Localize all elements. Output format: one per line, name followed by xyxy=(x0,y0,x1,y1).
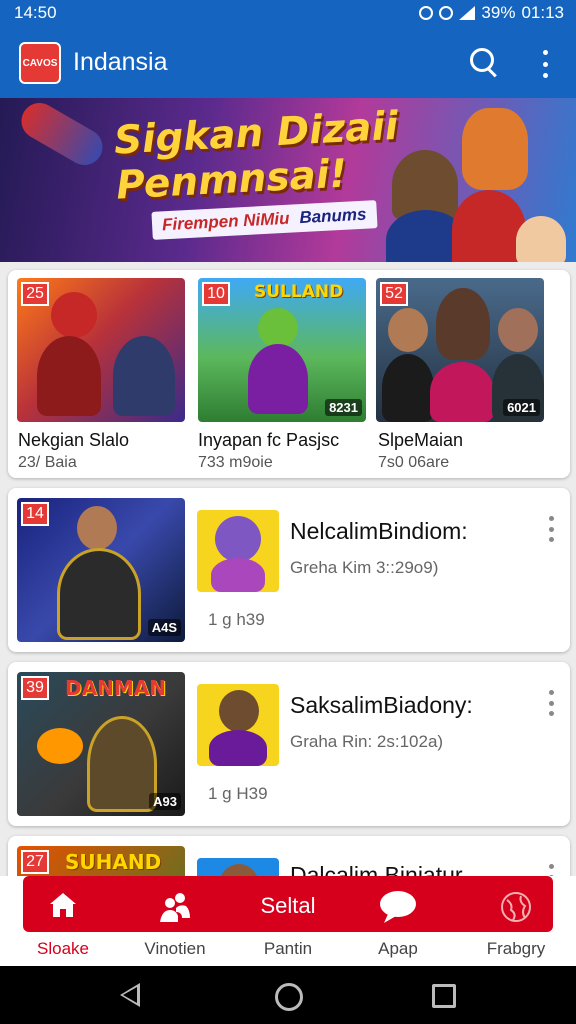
banner-headline: Sigkan Dizaii Penmnsai! xyxy=(112,103,400,209)
score-label: 6021 xyxy=(503,399,540,416)
back-icon[interactable] xyxy=(120,983,140,1007)
rank-badge: 10 xyxy=(202,282,230,306)
nav-item-chat[interactable]: Apap xyxy=(343,876,453,966)
list-subtitle: Greha Kim 3::29o9) xyxy=(290,558,439,577)
list-title: SaksalimBiadony: xyxy=(290,692,473,718)
game-thumbnail: 52 6021 xyxy=(376,278,544,422)
game-thumbnail: 14 A4S xyxy=(17,498,185,642)
list-meta: 1 g H39 xyxy=(208,784,268,803)
score-label: A4S xyxy=(147,619,181,636)
rank-badge: 39 xyxy=(21,676,49,700)
overflow-menu-button[interactable] xyxy=(535,50,555,78)
list-subtitle: Graha Rin: 2s:102a) xyxy=(290,732,444,751)
capsule-graphic xyxy=(14,98,110,172)
character-art xyxy=(462,108,528,190)
game-title: SlpeMaian xyxy=(378,430,464,450)
featured-card: 25 Nekgian Slalo 23/ Baia SULLAND 10 823… xyxy=(8,270,570,478)
status-icons: 39% 01:13 xyxy=(419,3,564,23)
rank-badge: 52 xyxy=(380,282,408,306)
list-title: NelcalimBindiom: xyxy=(290,518,468,544)
banner-tagline: Firempen NiMiu Banums xyxy=(151,200,378,240)
list-meta: 1 g h39 xyxy=(208,610,265,629)
status-time: 14:50 xyxy=(14,3,57,22)
recents-icon[interactable] xyxy=(432,984,456,1008)
nav-item-people[interactable]: Vinotien xyxy=(120,876,230,966)
people-icon xyxy=(158,890,192,924)
item-menu-button[interactable] xyxy=(546,690,556,716)
nav-item-globe[interactable]: Frabgry xyxy=(461,876,571,966)
location-icon xyxy=(419,6,434,20)
app-title: Indansia xyxy=(73,48,168,76)
rank-badge: 25 xyxy=(21,282,49,306)
nav-text-icon: Seltal xyxy=(260,893,316,918)
game-thumbnail: SULLAND 10 8231 xyxy=(198,278,366,422)
list-item[interactable]: 14 A4S NelcalimBindiom: Greha Kim 3::29o… xyxy=(8,488,570,652)
globe-icon xyxy=(499,890,533,924)
list-item[interactable]: DANMAN 39 A93 SaksalimBiadony: Graha Rin… xyxy=(8,662,570,826)
nav-label: Frabgry xyxy=(486,939,546,958)
search-button[interactable] xyxy=(466,44,502,80)
nav-item-home[interactable]: Sloake xyxy=(8,876,118,966)
game-thumbnail: DANMAN 39 A93 xyxy=(17,672,185,816)
chat-bubble-icon xyxy=(378,890,418,924)
game-icon xyxy=(197,684,279,766)
battery-percent: 39% xyxy=(481,3,516,22)
rank-badge: 14 xyxy=(21,502,49,526)
nav-label: Vinotien xyxy=(144,939,206,958)
character-art xyxy=(516,216,566,262)
game-title: Nekgian Slalo xyxy=(18,430,130,450)
promo-banner[interactable]: Sigkan Dizaii Penmnsai! Firempen NiMiu Ba… xyxy=(0,98,576,262)
app-logo: CAVOS xyxy=(19,42,61,84)
game-title: Inyapan fc Pasjsc xyxy=(198,430,340,450)
status-bar: 14:50 39% 01:13 xyxy=(0,0,576,26)
score-label: 8231 xyxy=(325,399,362,416)
nav-label: Sloake xyxy=(37,939,89,958)
home-icon xyxy=(48,890,78,920)
game-subtitle: 23/ Baia xyxy=(18,454,77,471)
nav-item-pantin[interactable]: Seltal Pantin xyxy=(233,876,343,966)
game-thumbnail: 25 xyxy=(17,278,185,422)
rank-badge: 27 xyxy=(21,850,49,874)
item-menu-button[interactable] xyxy=(546,516,556,542)
character-art xyxy=(452,190,526,262)
nav-label: Pantin xyxy=(263,939,313,958)
nav-label: Apap xyxy=(378,939,418,958)
game-subtitle: 733 m9oie xyxy=(198,454,273,471)
system-navigation-bar xyxy=(0,966,576,1024)
game-icon xyxy=(197,510,279,592)
score-label: A93 xyxy=(149,793,181,810)
home-button-icon[interactable] xyxy=(275,983,303,1011)
signal-icon xyxy=(459,6,476,20)
clock: 01:13 xyxy=(521,3,564,22)
game-subtitle: 7s0 06are xyxy=(378,454,450,471)
app-bar: CAVOS Indansia xyxy=(0,26,576,98)
wifi-icon xyxy=(439,6,454,20)
